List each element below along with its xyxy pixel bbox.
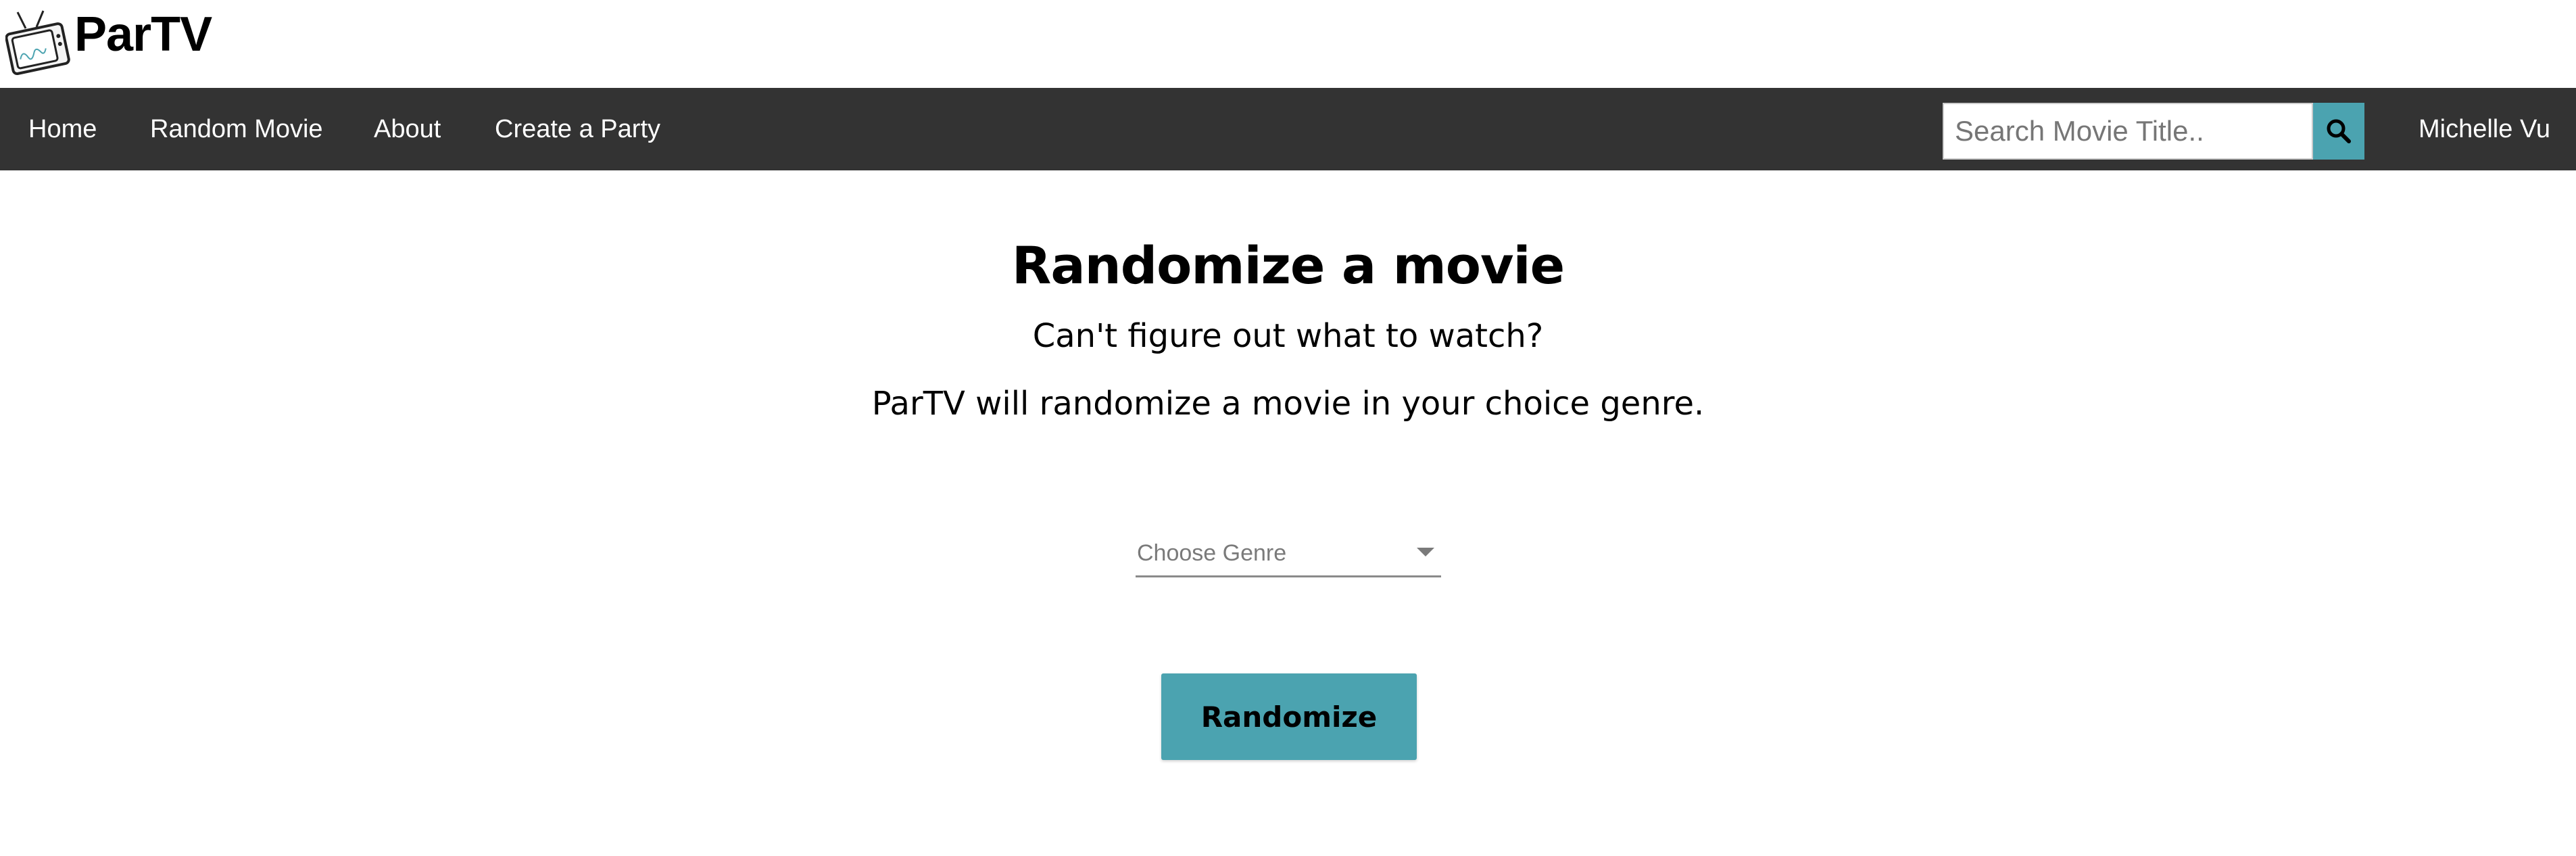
nav-home[interactable]: Home [1,88,124,170]
retro-tv-icon[interactable] [5,8,70,76]
page-subtitle: Can't figure out what to watch? [1032,317,1544,355]
chevron-down-icon [1417,548,1434,556]
site-header: ParTV [0,0,2576,88]
genre-select-placeholder: Choose Genre [1137,540,1287,566]
nav-about[interactable]: About [347,88,468,170]
page-description: ParTV will randomize a movie in your cho… [871,385,1705,423]
nav-create-party[interactable]: Create a Party [468,88,687,170]
search-icon [2327,119,2351,143]
user-menu[interactable]: Michelle Vu [2393,88,2571,170]
search-button[interactable] [2313,103,2364,160]
genre-select[interactable]: Choose Genre [1136,534,1441,577]
randomize-button[interactable]: Randomize [1161,673,1417,760]
brand-name[interactable]: ParTV [74,4,212,65]
nav-random-movie[interactable]: Random Movie [123,88,350,170]
page-title: Randomize a movie [1011,235,1565,295]
search-input[interactable] [1943,103,2313,160]
